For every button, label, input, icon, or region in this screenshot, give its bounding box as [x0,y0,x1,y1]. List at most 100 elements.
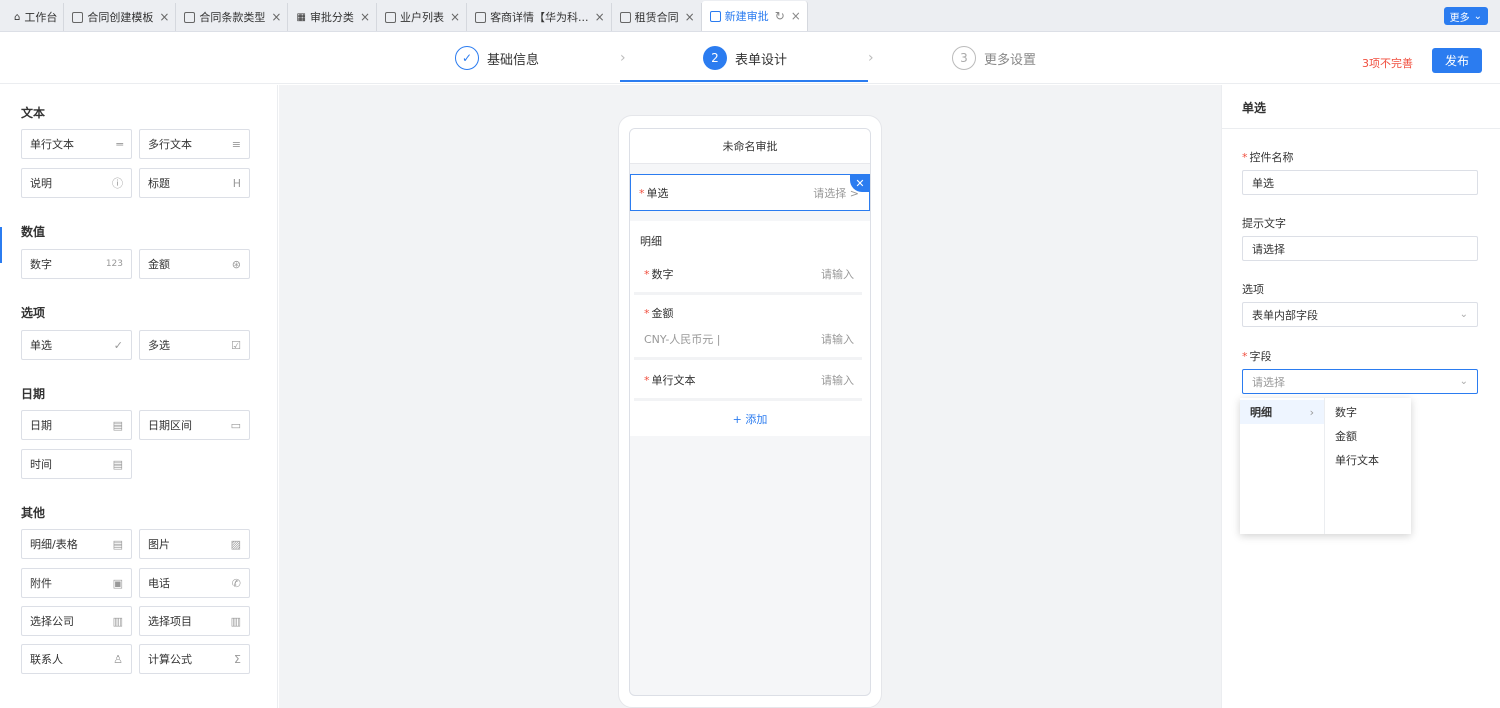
step-label: 表单设计 [735,52,788,68]
step-label: 更多设置 [984,52,1037,68]
publish-button[interactable]: 发布 [1432,48,1482,73]
comp-time[interactable]: 时间 ▤ [21,449,132,479]
close-icon[interactable]: × [595,10,605,24]
incomplete-warning[interactable]: 3项不完善 [1362,55,1413,71]
cascader-level2: 数字 金额 单行文本 [1325,398,1411,534]
cascader-item-single-text[interactable]: 单行文本 [1325,448,1411,472]
field-cascader-input[interactable]: 请选择 ⌄ [1242,369,1478,394]
group-title-other: 其他 [21,506,46,520]
doc-icon [72,11,84,23]
more-tabs-button[interactable]: 更多 ⌄ [1443,7,1488,25]
sigma-icon: Σ [234,652,241,666]
comp-number[interactable]: 数字 123 [21,249,132,279]
name-label: * 控件名称 [1242,151,1294,164]
table-icon: ▤ [112,537,123,551]
detail-title: 明细 [640,235,662,248]
properties-panel: 单选 * 控件名称 单选 提示文字 请选择 选项 表单内部字段 ⌄ * 字段 请选择 ⌄ [1221,85,1500,708]
chevron-down-icon: ⌄ [1459,376,1468,387]
scroll-indicator [0,227,2,263]
comp-image[interactable]: 图片 ▨ [139,529,250,559]
chevron-down-icon: ⌄ [1459,309,1468,320]
step-more-settings[interactable]: 3 更多设置 [952,32,1036,84]
add-detail-button[interactable]: + 添加 [630,403,870,435]
chevron-right-icon: › [620,50,626,66]
comp-select-company[interactable]: 选择公司 ▥ [21,606,132,636]
currency-icon: ⊛ [231,257,241,271]
comp-formula[interactable]: 计算公式 Σ [139,644,250,674]
refresh-icon[interactable]: ↻ [775,9,785,23]
cascader-item-detail[interactable]: 明细 › [1240,400,1324,424]
doc-icon [475,11,487,23]
project-icon: ▥ [230,614,241,628]
step-label: 基础信息 [487,52,540,68]
control-name-input[interactable]: 单选 [1242,170,1478,195]
doc-icon [184,11,196,23]
tab-contract-template[interactable]: 合同创建模板 × [64,3,177,31]
comp-explain[interactable]: 说明 ⓘ [21,168,132,198]
form-title: 未命名审批 [630,129,870,164]
comp-attachment[interactable]: 附件 ▣ [21,568,132,598]
comp-heading[interactable]: 标题 H [139,168,250,198]
chevron-right-icon: › [1309,405,1314,419]
currency-selector[interactable]: CNY-人民币元 | [644,331,721,347]
hint-text-input[interactable]: 请选择 [1242,236,1478,261]
tab-tenant-list[interactable]: 业户列表 × [377,3,468,31]
comp-single-select[interactable]: 单选 ✓ [21,330,132,360]
close-icon[interactable]: × [791,9,801,23]
tab-new-approval[interactable]: 新建审批 ↻ × [701,1,808,31]
comp-contact[interactable]: 联系人 ♙ [21,644,132,674]
step-number: 2 [703,46,727,70]
doc-icon [619,11,631,23]
checkbox-icon: ☑ [231,338,241,352]
close-icon[interactable]: × [271,10,281,24]
grid-icon: ▦ [296,11,306,23]
detail-group[interactable]: 明细 * 数字 请输入 * 金额 CNY-人民币元 | 请输入 * 单行文本 请输入 … [630,221,870,436]
tab-merchant-detail[interactable]: 客商详情【华为科... × [467,3,612,31]
detail-field-single-text[interactable]: * 单行文本 请输入 [634,361,862,401]
option-select[interactable]: 表单内部字段 ⌄ [1242,302,1478,327]
heading-icon: H [232,176,241,190]
detail-field-amount[interactable]: * 金额 CNY-人民币元 | 请输入 [634,296,862,360]
cascader-level1: 明细 › [1240,398,1325,534]
component-panel: 文本 单行文本 ═ 多行文本 ≡ 说明 ⓘ 标题 H 数值 数字 123 金额 ⊛ 选项 单… [0,85,278,708]
chevron-down-icon: ⌄ [1473,10,1482,22]
doc-icon [385,11,396,23]
comp-multi-select[interactable]: 多选 ☑ [139,330,250,360]
cascader-item-amount[interactable]: 金额 [1325,424,1411,448]
comp-select-project[interactable]: 选择项目 ▥ [139,606,250,636]
comp-multi-text[interactable]: 多行文本 ≡ [139,129,250,159]
close-icon[interactable]: × [159,10,169,24]
cascader-item-number[interactable]: 数字 [1325,400,1411,424]
comp-amount[interactable]: 金额 ⊛ [139,249,250,279]
lines-icon: ≡ [231,137,241,151]
comp-phone[interactable]: 电话 ✆ [139,568,250,598]
detail-field-number[interactable]: * 数字 请输入 [634,255,862,295]
group-title-text: 文本 [21,106,46,120]
image-icon: ▨ [230,537,241,551]
tab-workbench[interactable]: ⌂ 工作台 [6,3,65,31]
selected-form-field[interactable]: * 单选 请选择 > ✕ [630,174,870,211]
attachment-icon: ▣ [112,576,123,590]
time-icon: ▤ [112,457,123,471]
number-icon: 123 [105,259,123,269]
close-icon[interactable]: × [360,10,370,24]
step-basic-info[interactable]: ✓ 基础信息 [455,32,539,84]
comp-date[interactable]: 日期 ▤ [21,410,132,440]
tab-contract-clause[interactable]: 合同条款类型 × [176,3,289,31]
option-label: 选项 [1242,283,1264,296]
close-icon[interactable]: × [450,10,460,24]
field-cascader-dropdown: 明细 › 数字 金额 单行文本 [1240,398,1411,534]
building-icon: ▥ [112,614,123,628]
comp-date-range[interactable]: 日期区间 ▭ [139,410,250,440]
form-preview: 未命名审批 * 单选 请选择 > ✕ 明细 * 数字 请输入 * 金额 CNY-人民币… [629,128,871,696]
tab-lease-contract[interactable]: 租赁合同 × [611,3,702,31]
check-circle-icon: ✓ [113,338,123,352]
phone-icon: ✆ [231,576,241,590]
comp-single-text[interactable]: 单行文本 ═ [21,129,132,159]
step-form-design[interactable]: 2 表单设计 [703,32,787,84]
required-mark: * [639,186,645,200]
tab-approval-category[interactable]: ▦ 审批分类 × [288,3,377,31]
close-icon[interactable]: × [685,10,695,24]
short-lines-icon: ═ [116,137,123,151]
comp-detail-table[interactable]: 明细/表格 ▤ [21,529,132,559]
